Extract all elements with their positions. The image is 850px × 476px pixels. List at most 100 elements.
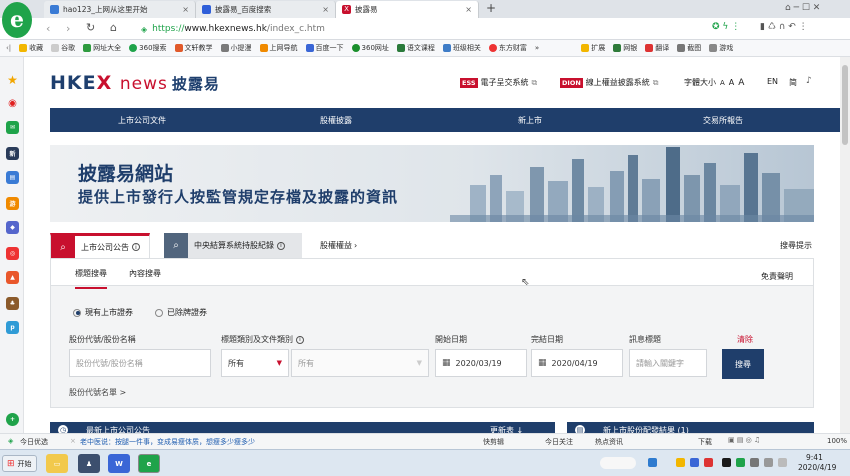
nav-listed-docs[interactable]: 上市公司文件	[118, 115, 166, 126]
qq-icon[interactable]: ♟	[78, 454, 100, 473]
volume-icon[interactable]	[764, 458, 773, 467]
bookmark-extensions[interactable]: 扩展	[581, 43, 605, 53]
tab-hkexnews[interactable]: X 披露易 ×	[336, 1, 479, 18]
start-button[interactable]: ⊞ 开始	[2, 455, 37, 472]
add-icon[interactable]: +	[6, 413, 19, 426]
radio-delisted-securities[interactable]: 已除牌證券	[155, 307, 207, 318]
bookmark-item[interactable]: 文轩教学	[174, 43, 213, 53]
window-controls[interactable]: ⌂ ─ ☐ ✕	[785, 3, 820, 13]
home-icon[interactable]: ⌂	[110, 21, 117, 34]
favorites-star-icon[interactable]: ★	[6, 73, 19, 87]
status-tools-icons[interactable]: ▣ ▤ ◎ ♫	[728, 436, 760, 444]
toolbar-icons[interactable]: ▮ ♺ ∩ ↶ ⋮	[760, 22, 808, 32]
bookmark-item[interactable]: 谷歌	[51, 43, 75, 53]
search-button[interactable]: 搜尋	[722, 349, 764, 379]
lang-en-link[interactable]: EN	[767, 77, 778, 86]
info-icon[interactable]: i	[277, 241, 285, 250]
network-icon[interactable]	[750, 458, 759, 467]
app-icon[interactable]: ◆	[6, 221, 19, 234]
search-tips-link[interactable]: 搜尋提示	[780, 240, 812, 251]
bookmark-item[interactable]: 360搜索	[129, 43, 167, 53]
bell-icon[interactable]: ♪	[806, 76, 812, 86]
ess-link[interactable]: ESS 電子呈交系統 ⧉	[460, 77, 537, 88]
dion-link[interactable]: DION 線上權益披露系統 ⧉	[560, 77, 659, 88]
bookmark-item[interactable]: 东方财富	[488, 43, 527, 53]
bookmark-translate[interactable]: 翻译	[645, 43, 669, 53]
nav-new-listings[interactable]: 新上市	[518, 115, 542, 126]
tray-icon[interactable]	[704, 458, 713, 467]
bookmark-item[interactable]: 小提漫	[220, 43, 252, 53]
mail-icon[interactable]: ✉	[6, 121, 19, 134]
nav-disclosure[interactable]: 股權披露	[320, 115, 352, 126]
radio-current-securities[interactable]: 現有上市證券	[73, 307, 133, 318]
font-medium-button[interactable]: A	[729, 78, 734, 87]
tab-shareholding[interactable]: 股權權益 ›	[320, 233, 357, 258]
refresh-icon[interactable]: ↻	[86, 21, 95, 34]
stock-code-input[interactable]: 股份代號/股份名稱	[69, 349, 211, 377]
tab-hao123[interactable]: hao123_上网从这里开始 ×	[44, 1, 196, 18]
bookmark-item[interactable]: 360网址	[351, 43, 389, 53]
close-icon[interactable]: ×	[465, 5, 472, 14]
new-tab-button[interactable]: +	[486, 1, 496, 15]
hot-news-link[interactable]: 热点资讯	[595, 437, 623, 447]
address-bar[interactable]: ◈ https://www.hkexnews.hk/index_c.htm	[140, 21, 705, 37]
bookmark-screenshot[interactable]: 截图	[677, 43, 701, 53]
today-pick-label[interactable]: 今日优选	[20, 437, 48, 447]
bookmark-bank[interactable]: 网银	[613, 43, 637, 53]
bookmark-item[interactable]: 班级相关	[442, 43, 481, 53]
tray-icon[interactable]	[690, 458, 699, 467]
news-ticker[interactable]: 老中医说：按腿一件事，变成易瘦体质，想瘦多少瘦多少	[80, 437, 255, 447]
app-icon[interactable]: ▲	[6, 271, 19, 284]
notes-icon[interactable]: ▤	[6, 171, 19, 184]
tray-icon[interactable]	[648, 458, 657, 467]
update-list-link[interactable]: 更新表 ↓	[490, 425, 523, 433]
info-icon[interactable]: i	[132, 243, 140, 251]
scrollbar-thumb[interactable]	[842, 65, 848, 145]
tab-ccass[interactable]: ⌕ 中央結算系統持股紀錄 i	[164, 233, 302, 258]
bookmark-item[interactable]: 百度一下	[305, 43, 344, 53]
bookmark-item[interactable]: 语文课程	[396, 43, 435, 53]
info-icon[interactable]: i	[296, 335, 304, 344]
document-type-select[interactable]: 所有 ▼	[291, 349, 429, 377]
clock-date[interactable]: 2020/4/19	[798, 463, 836, 472]
close-icon[interactable]: ×	[322, 5, 329, 14]
tab-content-search[interactable]: 內容搜尋	[129, 268, 161, 279]
browser-taskbar-icon[interactable]: e	[138, 454, 160, 473]
tab-baidu-search[interactable]: 披露易_百度搜索 ×	[196, 1, 336, 18]
app-icon[interactable]: ◎	[6, 247, 19, 260]
quick-edit-link[interactable]: 快剪辑	[483, 437, 504, 447]
lang-sc-link[interactable]: 简	[789, 77, 797, 88]
nav-exchange-reports[interactable]: 交易所報告	[703, 115, 743, 126]
close-icon[interactable]: ×	[70, 437, 76, 445]
app-icon[interactable]: ♣	[6, 297, 19, 310]
back-icon[interactable]: ‹	[46, 22, 50, 35]
weibo-icon[interactable]: ◉	[6, 97, 19, 110]
game-icon[interactable]: 游	[6, 197, 19, 210]
bookmark-item[interactable]: 网址大全	[83, 43, 121, 53]
clear-link[interactable]: 清除	[737, 334, 753, 345]
tab-listed-announcements[interactable]: ⌕ 上市公司公告 i	[50, 233, 150, 258]
bookmark-games[interactable]: 游戏	[709, 43, 733, 53]
extension-icons[interactable]: ✪ ϟ ⋮	[712, 22, 740, 32]
wps-icon[interactable]: W	[108, 454, 130, 473]
app-icon[interactable]: p	[6, 321, 19, 334]
sidebar-toggle-icon[interactable]: ‹|	[6, 44, 11, 52]
to-date-input[interactable]: ▦ 2020/04/19	[531, 349, 623, 377]
headline-keyword-input[interactable]: 請輸入關鍵字	[629, 349, 707, 377]
more-bookmarks[interactable]: »	[535, 44, 539, 52]
bookmark-item[interactable]: 收藏	[19, 43, 43, 53]
file-explorer-icon[interactable]: ▭	[46, 454, 68, 473]
page-scrollbar[interactable]	[840, 57, 850, 433]
news-icon[interactable]: 新	[6, 147, 19, 160]
tab-headline-search[interactable]: 標題搜尋	[75, 268, 107, 289]
font-small-button[interactable]: A	[720, 79, 725, 87]
hkexnews-logo[interactable]: HKEX news 披露易	[50, 72, 220, 94]
close-icon[interactable]: ×	[182, 5, 189, 14]
tray-icon[interactable]	[722, 458, 731, 467]
disclaimer-link[interactable]: 免責聲明	[761, 271, 793, 282]
from-date-input[interactable]: ▦ 2020/03/19	[435, 349, 527, 377]
stock-list-link[interactable]: 股份代號名單 >	[69, 387, 126, 398]
tray-icon[interactable]	[676, 458, 685, 467]
bookmark-item[interactable]: 上网导航	[259, 43, 298, 53]
font-large-button[interactable]: A	[738, 78, 744, 88]
